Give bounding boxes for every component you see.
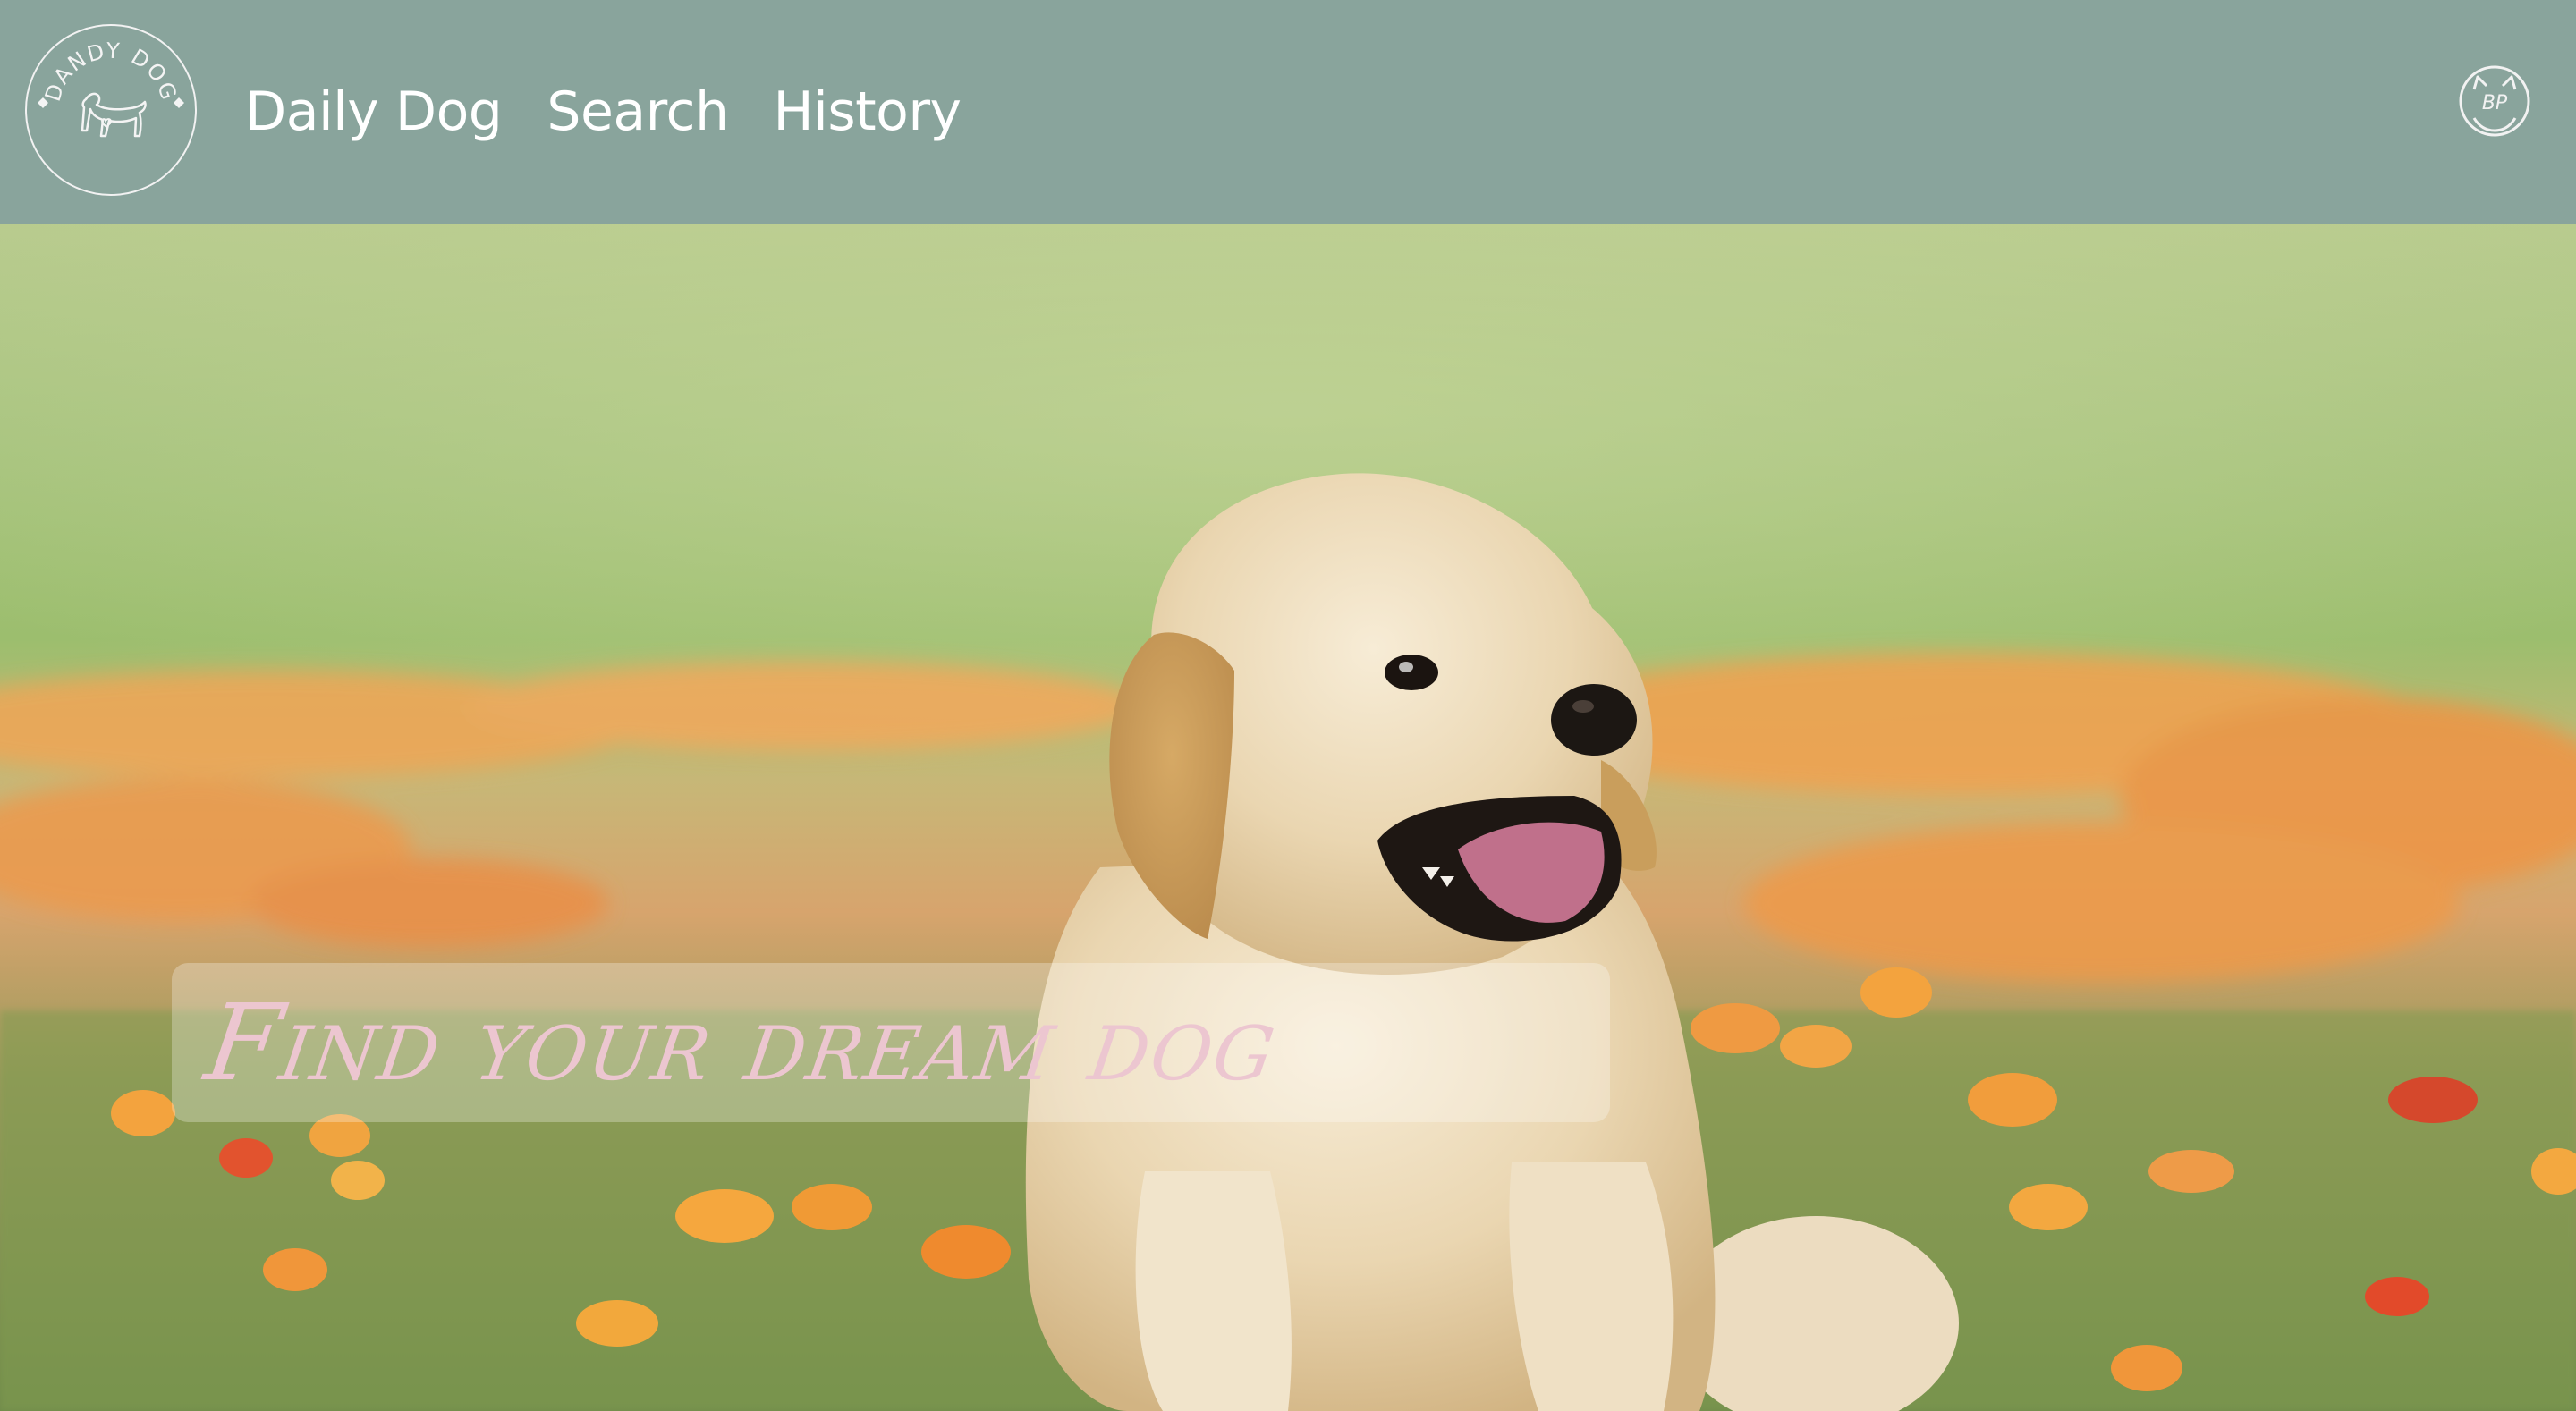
profile-avatar-icon: BP bbox=[2459, 65, 2530, 137]
nav-history[interactable]: History bbox=[774, 85, 962, 139]
nav-daily-dog[interactable]: Daily Dog bbox=[245, 85, 503, 139]
top-navbar: DANDY DOG Daily Dog Search History BP bbox=[0, 0, 2576, 224]
profile-button[interactable]: BP bbox=[2456, 63, 2533, 139]
dog-logo-icon: DANDY DOG bbox=[25, 24, 197, 196]
site-logo[interactable]: DANDY DOG bbox=[23, 22, 199, 198]
page: DANDY DOG Daily Dog Search History BP Fi… bbox=[0, 0, 2576, 1411]
puppy-photo bbox=[0, 224, 2576, 1411]
tagline-banner: Find your dream dog bbox=[172, 963, 1610, 1122]
svg-text:DANDY DOG: DANDY DOG bbox=[40, 38, 182, 105]
nav-search[interactable]: Search bbox=[547, 85, 729, 139]
profile-initials: BP bbox=[2482, 92, 2508, 114]
main-nav: Daily Dog Search History bbox=[245, 0, 1006, 224]
hero-tagline: Find your dream dog bbox=[199, 981, 1285, 1104]
hero-image: Find your dream dog bbox=[0, 224, 2576, 1411]
logo-text: DANDY DOG bbox=[40, 38, 180, 105]
